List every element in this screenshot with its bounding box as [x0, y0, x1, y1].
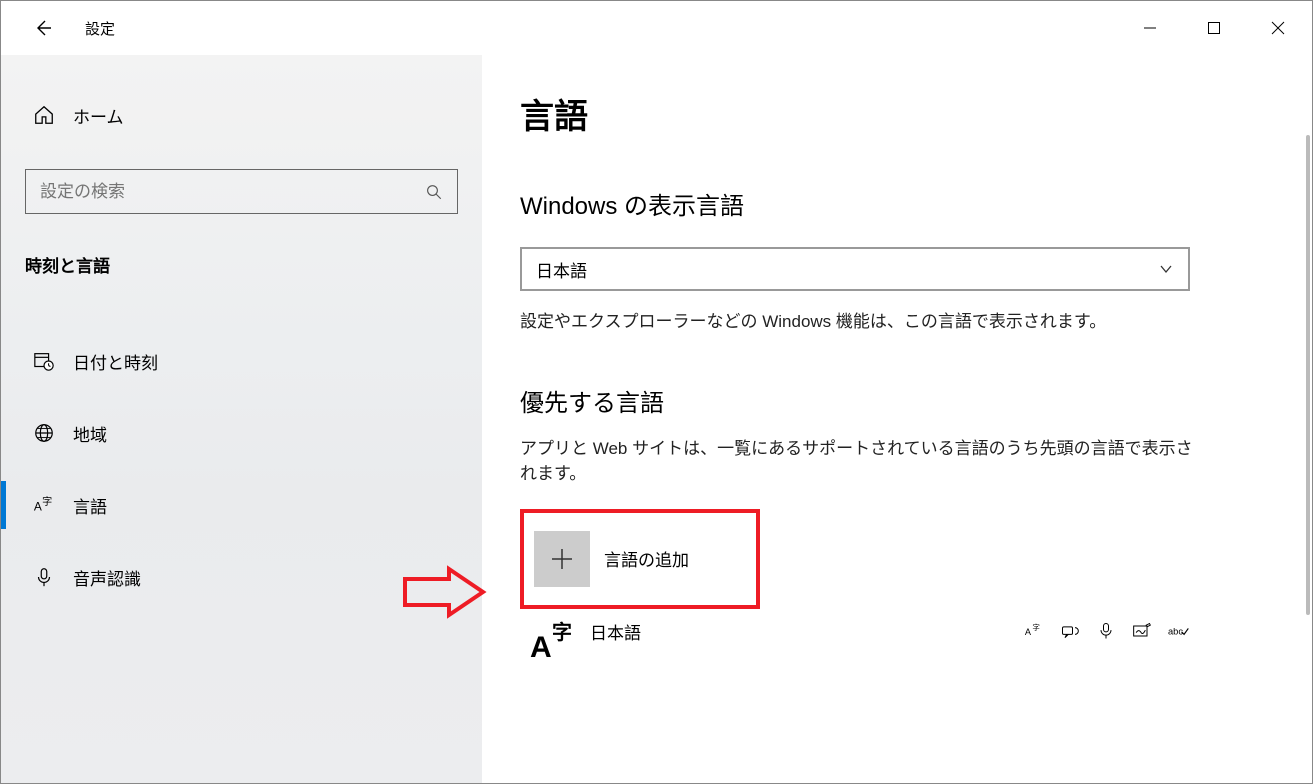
add-language-button[interactable]: 言語の追加: [520, 509, 760, 609]
home-icon: [33, 104, 55, 126]
language-feature-icons: A字 abc: [1024, 619, 1190, 641]
language-glyph-icon: A字: [530, 619, 576, 663]
back-button[interactable]: [29, 14, 57, 42]
arrow-left-icon: [33, 18, 53, 38]
scrollbar[interactable]: [1306, 135, 1310, 615]
svg-text:字: 字: [1032, 622, 1040, 632]
sidebar-item-datetime[interactable]: 日付と時刻: [1, 325, 482, 397]
language-icon: A字: [33, 494, 55, 516]
display-language-heading: Windows の表示言語: [520, 186, 1288, 221]
home-label: ホーム: [73, 103, 124, 128]
preferred-languages-heading: 優先する言語: [520, 383, 1288, 418]
close-icon: [1271, 21, 1285, 35]
sidebar-item-region[interactable]: 地域: [1, 397, 482, 469]
page-title: 言語: [520, 89, 1288, 138]
window-controls: [1118, 6, 1312, 50]
content-area: 言語 Windows の表示言語 日本語 設定やエクスプローラーなどの Wind…: [482, 55, 1312, 783]
globe-icon: [33, 422, 55, 444]
sidebar-item-speech[interactable]: 音声認識: [1, 541, 482, 613]
add-language-label: 言語の追加: [604, 546, 689, 571]
search-icon: [425, 183, 443, 201]
maximize-button[interactable]: [1182, 6, 1246, 50]
display-language-select[interactable]: 日本語: [520, 247, 1190, 291]
titlebar: 設定: [1, 1, 1312, 55]
svg-text:字: 字: [42, 495, 52, 508]
svg-text:A: A: [1025, 627, 1032, 637]
category-title: 時刻と言語: [25, 252, 482, 277]
sidebar-item-language[interactable]: A字 言語: [1, 469, 482, 541]
sidebar-item-label: 日付と時刻: [73, 349, 158, 374]
display-language-value: 日本語: [536, 257, 587, 282]
speech-icon: [1096, 621, 1116, 641]
search-field[interactable]: [40, 182, 383, 202]
spellcheck-icon: abc: [1168, 621, 1190, 641]
display-language-icon: A字: [1024, 621, 1044, 641]
microphone-icon: [33, 566, 55, 588]
handwriting-icon: [1132, 621, 1152, 641]
minimize-icon: [1143, 21, 1157, 35]
maximize-icon: [1207, 21, 1221, 35]
search-input[interactable]: [25, 169, 458, 214]
home-nav[interactable]: ホーム: [1, 93, 482, 137]
plus-icon: [534, 531, 590, 587]
chevron-down-icon: [1158, 261, 1174, 277]
sidebar-item-label: 言語: [73, 493, 107, 518]
sidebar: ホーム 時刻と言語 日付と時刻 地域: [1, 55, 482, 783]
svg-text:abc: abc: [1168, 626, 1183, 636]
minimize-button[interactable]: [1118, 6, 1182, 50]
display-language-description: 設定やエクスプローラーなどの Windows 機能は、この言語で表示されます。: [520, 309, 1200, 335]
sidebar-item-label: 音声認識: [73, 565, 141, 590]
svg-text:A: A: [530, 631, 552, 663]
tts-icon: [1060, 621, 1080, 641]
calendar-clock-icon: [33, 350, 55, 372]
svg-text:A: A: [34, 500, 42, 514]
language-name: 日本語: [590, 619, 641, 644]
preferred-languages-description: アプリと Web サイトは、一覧にあるサポートされている言語のうち先頭の言語で表…: [520, 436, 1200, 487]
svg-text:字: 字: [552, 620, 572, 644]
close-button[interactable]: [1246, 6, 1310, 50]
sidebar-item-label: 地域: [73, 421, 107, 446]
language-item[interactable]: A字 日本語 A字 abc: [520, 619, 1190, 663]
app-title: 設定: [85, 18, 115, 39]
